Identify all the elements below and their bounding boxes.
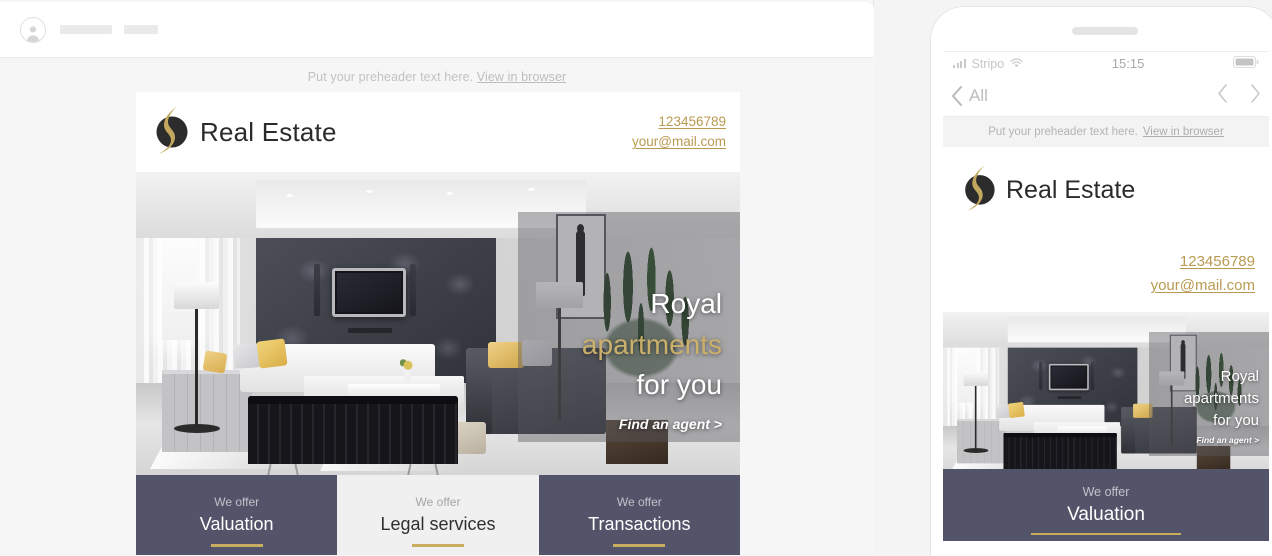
status-time: 15:15	[1111, 56, 1145, 71]
mobile-email-header: Real Estate	[943, 147, 1269, 228]
battery-icon	[1232, 55, 1259, 73]
back-label: All	[969, 85, 988, 105]
offer-card-transactions[interactable]: We offer Transactions	[538, 475, 740, 555]
editor-toolbar	[0, 2, 874, 58]
mobile-nav-bar: All	[943, 75, 1269, 117]
mobile-find-an-agent-link[interactable]: Find an agent >	[1109, 435, 1259, 445]
preheader-text: Put your preheader text here.	[307, 70, 474, 84]
phone-frame: Stripo 15:15 All Put your preheader text…	[930, 6, 1272, 556]
mobile-email-canvas: Real Estate 123456789 your@mail.com Roya…	[943, 147, 1269, 541]
mobile-header-contacts: 123456789 your@mail.com	[943, 228, 1269, 312]
offer-underline	[210, 544, 263, 547]
email-link[interactable]: your@mail.com	[632, 132, 726, 152]
signal-bars-icon	[953, 59, 966, 68]
offer-title: Transactions	[588, 514, 691, 534]
mobile-offer-title: Valuation	[1067, 503, 1145, 525]
hero-line-2: apartments	[581, 328, 722, 360]
mobile-preheader: Put your preheader text here. View in br…	[943, 117, 1269, 147]
back-button[interactable]: All	[951, 85, 988, 106]
phone-link[interactable]: 123456789	[632, 112, 726, 132]
offer-card-valuation[interactable]: We offer Valuation	[136, 475, 338, 555]
wifi-icon	[1010, 57, 1023, 71]
brand-name: Real Estate	[200, 116, 337, 147]
toolbar-placeholder-bar-1	[60, 25, 112, 34]
phone-speaker-grill	[1072, 27, 1138, 35]
next-message-button[interactable]	[1250, 83, 1261, 108]
mobile-hero-banner[interactable]: Royal apartments for you Find an agent >	[943, 312, 1269, 469]
offer-kicker: We offer	[415, 495, 461, 509]
hero-line-3: for you	[636, 369, 722, 401]
mobile-phone-link[interactable]: 123456789	[943, 250, 1255, 274]
mobile-preheader-text: Put your preheader text here.	[988, 126, 1138, 138]
mobile-hero-text-block: Royal apartments for you Find an agent >	[1109, 366, 1259, 445]
find-an-agent-link[interactable]: Find an agent >	[482, 416, 722, 432]
mobile-brand-name: Real Estate	[1006, 176, 1136, 204]
chevron-left-icon	[952, 85, 962, 106]
mobile-hero-line-1: Royal	[1220, 368, 1259, 385]
mobile-offer-card-valuation[interactable]: We offer Valuation	[943, 469, 1269, 541]
email-header: Real Estate 123456789 your@mail.com	[136, 92, 740, 172]
mobile-preview-panel: Stripo 15:15 All Put your preheader text…	[874, 0, 1272, 556]
offer-underline	[411, 544, 464, 547]
mobile-brand-block: Real Estate	[959, 163, 1253, 218]
carrier-name: Stripo	[971, 56, 1005, 71]
email-canvas: Real Estate 123456789 your@mail.com Roya…	[136, 92, 740, 555]
offer-title: Valuation	[199, 514, 274, 534]
offer-title: Legal services	[380, 514, 496, 534]
preheader: Put your preheader text here. View in br…	[0, 58, 874, 84]
mobile-offer-kicker: We offer	[1082, 484, 1130, 499]
hero-banner[interactable]: Royal apartments for you Find an agent >	[136, 172, 740, 475]
offers-row: We offer Valuation We offer Legal servic…	[136, 475, 740, 555]
mobile-email-link[interactable]: your@mail.com	[943, 274, 1255, 298]
prev-message-button[interactable]	[1217, 83, 1228, 108]
offer-card-legal-services[interactable]: We offer Legal services	[337, 475, 539, 555]
offer-kicker: We offer	[214, 495, 260, 509]
user-avatar-icon[interactable]	[20, 16, 46, 43]
desktop-preview-body: Put your preheader text here. View in br…	[0, 58, 874, 556]
mobile-view-in-browser-link[interactable]: View in browser	[1143, 126, 1224, 138]
hero-line-1: Royal	[650, 288, 722, 319]
mobile-offer-underline	[1031, 533, 1181, 535]
mobile-hero-line-2: apartments	[1183, 389, 1259, 407]
email-editor-preview: Put your preheader text here. View in br…	[0, 0, 1272, 556]
desktop-preview-panel: Put your preheader text here. View in br…	[0, 0, 874, 556]
mobile-status-bar: Stripo 15:15	[943, 51, 1269, 75]
toolbar-placeholder-bar-2	[124, 25, 158, 34]
offer-underline	[613, 544, 666, 547]
offer-kicker: We offer	[616, 495, 662, 509]
flame-circle-logo-icon	[959, 163, 997, 218]
view-in-browser-link[interactable]: View in browser	[477, 70, 567, 84]
flame-circle-logo-icon	[150, 104, 190, 161]
hero-text-block: Royal apartments for you Find an agent >	[482, 284, 722, 432]
mobile-hero-line-3: for you	[1213, 411, 1259, 429]
header-contacts: 123456789 your@mail.com	[632, 112, 726, 151]
brand-block: Real Estate	[150, 104, 337, 161]
